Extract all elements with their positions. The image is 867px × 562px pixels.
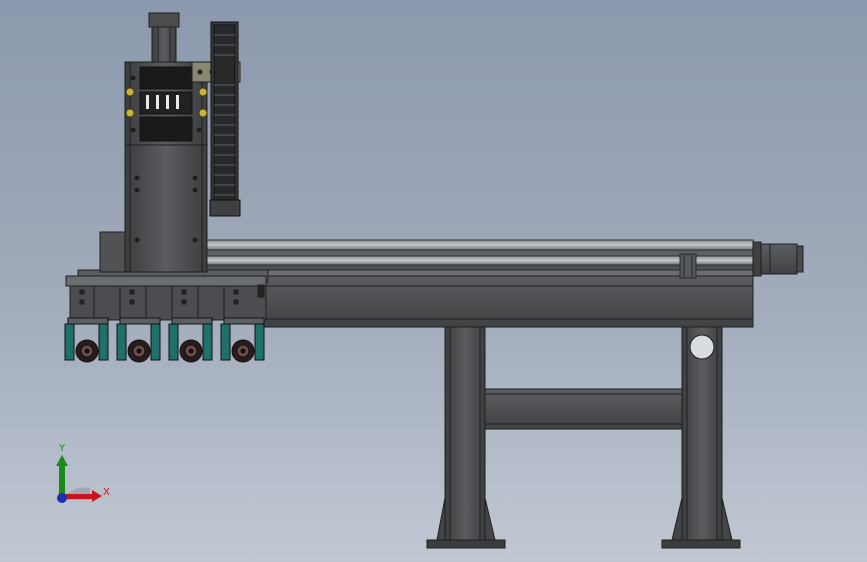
z-axis-motor <box>148 12 180 63</box>
cable-drag-chain <box>209 21 241 217</box>
wheel-unit-4 <box>220 317 265 363</box>
triad-y-label: Y <box>59 443 66 454</box>
wheel-unit-3 <box>168 317 213 363</box>
triad-x-label: X <box>103 487 110 498</box>
support-stand <box>426 325 741 549</box>
wheel-unit-2 <box>116 317 161 363</box>
main-beam <box>254 269 754 328</box>
coordinate-triad-icon <box>56 455 102 503</box>
wheel-units <box>64 317 265 363</box>
cad-viewport[interactable]: Y X <box>0 0 867 562</box>
x-axis-motor <box>752 241 804 277</box>
wheel-unit-1 <box>64 317 109 363</box>
carriage-base <box>65 269 269 321</box>
gantry-assembly-model[interactable] <box>0 0 867 562</box>
